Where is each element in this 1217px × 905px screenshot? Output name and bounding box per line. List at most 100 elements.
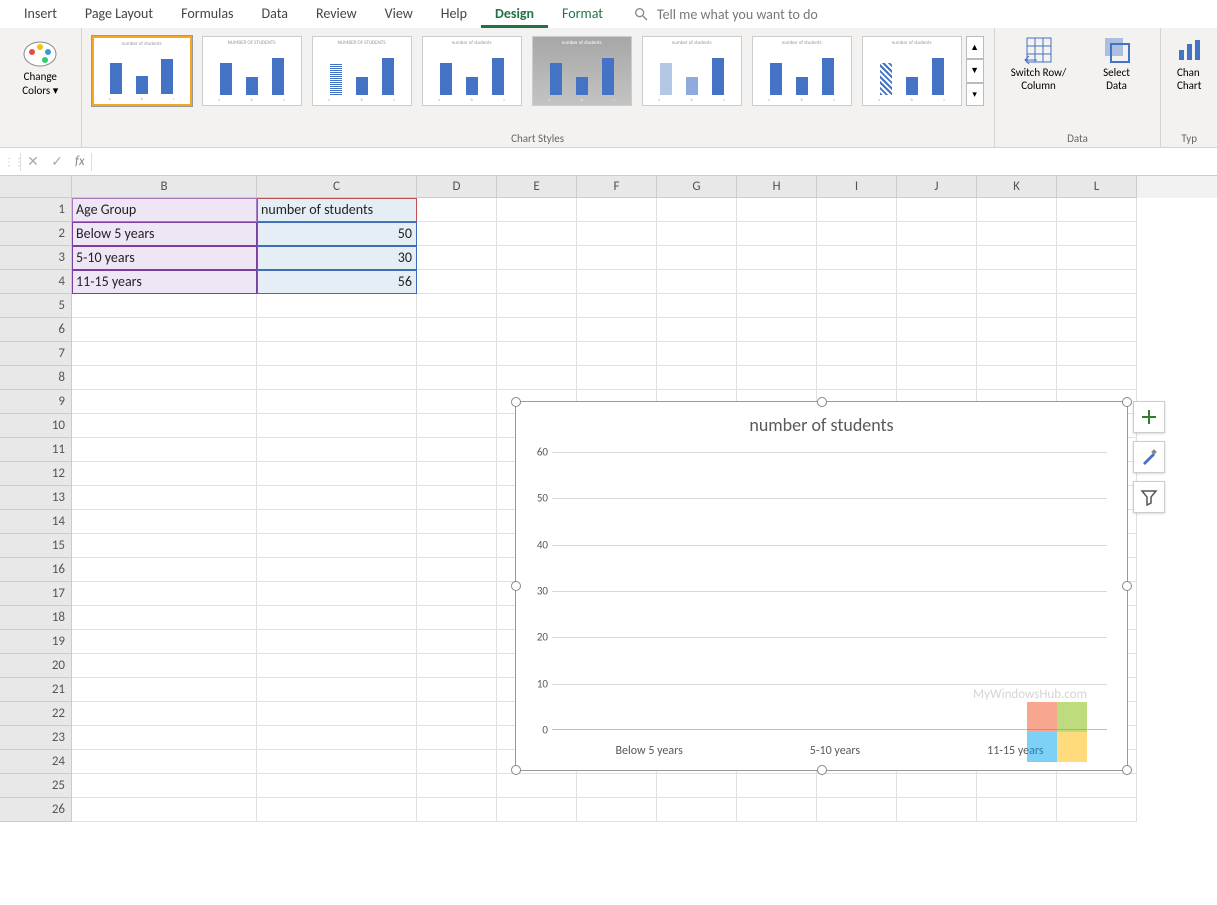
cell-D10[interactable] bbox=[417, 414, 497, 438]
cell-H2[interactable] bbox=[737, 222, 817, 246]
chart-style-8[interactable]: number of students abc bbox=[862, 36, 962, 106]
cell-B6[interactable] bbox=[72, 318, 257, 342]
cell-H1[interactable] bbox=[737, 198, 817, 222]
cell-G6[interactable] bbox=[657, 318, 737, 342]
row-header-5[interactable]: 5 bbox=[0, 294, 72, 318]
col-header-D[interactable]: D bbox=[417, 176, 497, 198]
row-header-3[interactable]: 3 bbox=[0, 246, 72, 270]
cell-C11[interactable] bbox=[257, 438, 417, 462]
cell-E4[interactable] bbox=[497, 270, 577, 294]
col-header-F[interactable]: F bbox=[577, 176, 657, 198]
cell-J7[interactable] bbox=[897, 342, 977, 366]
cell-C10[interactable] bbox=[257, 414, 417, 438]
cell-H3[interactable] bbox=[737, 246, 817, 270]
cell-B22[interactable] bbox=[72, 702, 257, 726]
resize-handle-tm[interactable] bbox=[817, 397, 827, 407]
resize-handle-tl[interactable] bbox=[511, 397, 521, 407]
cell-I2[interactable] bbox=[817, 222, 897, 246]
cell-I4[interactable] bbox=[817, 270, 897, 294]
cell-B8[interactable] bbox=[72, 366, 257, 390]
cell-E8[interactable] bbox=[497, 366, 577, 390]
cell-F1[interactable] bbox=[577, 198, 657, 222]
col-header-K[interactable]: K bbox=[977, 176, 1057, 198]
cell-C6[interactable] bbox=[257, 318, 417, 342]
cell-D22[interactable] bbox=[417, 702, 497, 726]
col-header-H[interactable]: H bbox=[737, 176, 817, 198]
cell-H8[interactable] bbox=[737, 366, 817, 390]
cell-K6[interactable] bbox=[977, 318, 1057, 342]
cell-D6[interactable] bbox=[417, 318, 497, 342]
cell-D7[interactable] bbox=[417, 342, 497, 366]
row-header-26[interactable]: 26 bbox=[0, 798, 72, 822]
cell-I25[interactable] bbox=[817, 774, 897, 798]
cell-B15[interactable] bbox=[72, 534, 257, 558]
cell-K25[interactable] bbox=[977, 774, 1057, 798]
col-header-C[interactable]: C bbox=[257, 176, 417, 198]
cell-D5[interactable] bbox=[417, 294, 497, 318]
cell-L3[interactable] bbox=[1057, 246, 1137, 270]
resize-handle-tr[interactable] bbox=[1122, 397, 1132, 407]
row-header-14[interactable]: 14 bbox=[0, 510, 72, 534]
col-header-G[interactable]: G bbox=[657, 176, 737, 198]
cell-L25[interactable] bbox=[1057, 774, 1137, 798]
cell-F5[interactable] bbox=[577, 294, 657, 318]
cell-L7[interactable] bbox=[1057, 342, 1137, 366]
gallery-scroll-up[interactable]: ▲ bbox=[966, 36, 984, 59]
row-header-24[interactable]: 24 bbox=[0, 750, 72, 774]
row-header-1[interactable]: 1 bbox=[0, 198, 72, 222]
resize-handle-bl[interactable] bbox=[511, 765, 521, 775]
cell-B2[interactable]: Below 5 years bbox=[72, 222, 257, 246]
cell-C3[interactable]: 30 bbox=[257, 246, 417, 270]
cell-D15[interactable] bbox=[417, 534, 497, 558]
cell-B4[interactable]: 11-15 years bbox=[72, 270, 257, 294]
cell-B21[interactable] bbox=[72, 678, 257, 702]
cell-L2[interactable] bbox=[1057, 222, 1137, 246]
cell-D12[interactable] bbox=[417, 462, 497, 486]
cell-K1[interactable] bbox=[977, 198, 1057, 222]
cell-E1[interactable] bbox=[497, 198, 577, 222]
chart-style-2[interactable]: NUMBER OF STUDENTS abc bbox=[202, 36, 302, 106]
col-header-L[interactable]: L bbox=[1057, 176, 1137, 198]
change-chart-type-button[interactable]: Chan Chart bbox=[1161, 34, 1217, 92]
cell-C13[interactable] bbox=[257, 486, 417, 510]
cell-D14[interactable] bbox=[417, 510, 497, 534]
cell-L4[interactable] bbox=[1057, 270, 1137, 294]
row-header-17[interactable]: 17 bbox=[0, 582, 72, 606]
cell-H26[interactable] bbox=[737, 798, 817, 822]
cell-I3[interactable] bbox=[817, 246, 897, 270]
formula-cancel-button[interactable]: ✕ bbox=[21, 153, 45, 170]
cell-H7[interactable] bbox=[737, 342, 817, 366]
cell-D17[interactable] bbox=[417, 582, 497, 606]
cell-F26[interactable] bbox=[577, 798, 657, 822]
formula-bar-handle[interactable]: ⋮⋮ bbox=[4, 155, 20, 168]
cell-C21[interactable] bbox=[257, 678, 417, 702]
tab-help[interactable]: Help bbox=[427, 0, 481, 28]
cell-B19[interactable] bbox=[72, 630, 257, 654]
cell-C14[interactable] bbox=[257, 510, 417, 534]
cell-C24[interactable] bbox=[257, 750, 417, 774]
row-header-9[interactable]: 9 bbox=[0, 390, 72, 414]
cell-G2[interactable] bbox=[657, 222, 737, 246]
col-header-I[interactable]: I bbox=[817, 176, 897, 198]
cell-F8[interactable] bbox=[577, 366, 657, 390]
cell-C17[interactable] bbox=[257, 582, 417, 606]
row-header-4[interactable]: 4 bbox=[0, 270, 72, 294]
tab-formulas[interactable]: Formulas bbox=[167, 0, 247, 28]
cell-B1[interactable]: Age Group bbox=[72, 198, 257, 222]
cell-B5[interactable] bbox=[72, 294, 257, 318]
cell-K4[interactable] bbox=[977, 270, 1057, 294]
row-header-8[interactable]: 8 bbox=[0, 366, 72, 390]
cell-C25[interactable] bbox=[257, 774, 417, 798]
row-header-20[interactable]: 20 bbox=[0, 654, 72, 678]
col-header-E[interactable]: E bbox=[497, 176, 577, 198]
row-header-16[interactable]: 16 bbox=[0, 558, 72, 582]
formula-enter-button[interactable]: ✓ bbox=[45, 153, 69, 170]
cell-B20[interactable] bbox=[72, 654, 257, 678]
cell-B9[interactable] bbox=[72, 390, 257, 414]
formula-input[interactable] bbox=[92, 153, 1217, 170]
fx-label[interactable]: fx bbox=[69, 154, 91, 169]
cell-D3[interactable] bbox=[417, 246, 497, 270]
cell-J2[interactable] bbox=[897, 222, 977, 246]
chart-style-1[interactable]: number of students abc bbox=[92, 36, 192, 106]
tab-review[interactable]: Review bbox=[302, 0, 371, 28]
